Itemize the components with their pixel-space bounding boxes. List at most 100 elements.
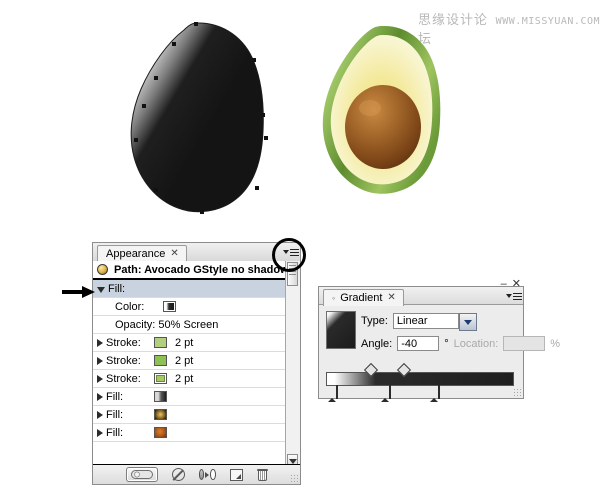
disclosure-triangle-closed-icon[interactable] — [97, 410, 103, 419]
annotation-circle-highlight — [272, 238, 306, 272]
gradient-stop-black[interactable] — [430, 385, 440, 402]
gradient-tabstrip: ◦ Gradient ✕ — [319, 287, 523, 306]
screenshot-canvas: 思缘设计论坛 WWW.MISSYUAN.COM Appearance ✕ Pat… — [0, 0, 600, 500]
chevron-down-icon[interactable] — [458, 313, 477, 331]
gradient-location-label: Location: — [453, 337, 499, 350]
appearance-target-label: Path: Avocado GStyle no shadow — [114, 263, 289, 276]
avocado-silhouette-path — [130, 22, 264, 213]
hamburger-icon — [513, 292, 522, 300]
appearance-row-fill-orange[interactable]: Fill: — [93, 424, 300, 442]
gradient-angle-row: Angle: -40 ° Location: % — [361, 336, 560, 351]
appearance-row-stroke-2[interactable]: Stroke: 2 pt — [93, 352, 300, 370]
anchor-point — [172, 42, 176, 46]
anchor-point — [261, 113, 265, 117]
avocado-half-artwork — [310, 22, 460, 212]
anchor-point — [154, 188, 158, 192]
anchor-point — [252, 58, 256, 62]
tab-appearance[interactable]: Appearance ✕ — [97, 245, 187, 262]
gradient-angle-label: Angle: — [361, 337, 393, 350]
avocado-pit-highlight — [359, 100, 381, 116]
gradient-panel-resize-grip[interactable] — [513, 388, 521, 396]
gradient-angle-input[interactable]: -40 — [397, 336, 440, 351]
gradient-preview-swatch[interactable] — [326, 311, 356, 349]
appearance-row-stroke-3[interactable]: Stroke: 2 pt — [93, 370, 300, 388]
appearance-opacity-label: Opacity: 50% Screen — [115, 318, 219, 331]
watermark-url: WWW.MISSYUAN.COM — [495, 16, 600, 27]
appearance-panel[interactable]: Appearance ✕ Path: Avocado GStyle no sha… — [92, 242, 301, 485]
appearance-row-value: 2 pt — [175, 372, 194, 385]
stroke-swatch-framed[interactable] — [154, 373, 167, 384]
avocado-silhouette-svg — [130, 22, 264, 213]
fill-swatch-gradient-gold[interactable] — [154, 409, 167, 420]
appearance-row-label: Fill: — [108, 282, 126, 295]
appearance-target-row: Path: Avocado GStyle no shadow — [93, 261, 300, 280]
gradient-type-label: Type: — [361, 315, 388, 327]
anchor-point — [194, 22, 198, 26]
appearance-row-label: Fill: — [106, 390, 124, 403]
gradient-type-select[interactable]: Linear — [392, 313, 477, 331]
appearance-row-value: 2 pt — [175, 336, 194, 349]
anchor-point — [200, 210, 204, 214]
stroke-swatch[interactable] — [154, 355, 167, 366]
panel-resize-grip[interactable] — [290, 474, 298, 482]
appearance-vertical-scrollbar[interactable] — [285, 261, 300, 467]
appearance-row-label: Fill: — [106, 408, 124, 421]
new-art-has-basic-appearance-button[interactable] — [125, 467, 158, 482]
anchor-point — [255, 186, 259, 190]
gradient-stop-white[interactable] — [328, 385, 338, 402]
appearance-row-stroke-1[interactable]: Stroke: 2 pt — [93, 334, 300, 352]
chevron-down-icon — [506, 294, 512, 298]
avocado-silhouette-artwork — [112, 18, 292, 218]
appearance-tabstrip: Appearance ✕ — [93, 243, 300, 262]
appearance-row-label: Stroke: — [106, 336, 141, 349]
appearance-row-fill-gray[interactable]: Fill: — [93, 388, 300, 406]
degree-symbol: ° — [444, 337, 449, 350]
appearance-row-label: Stroke: — [106, 354, 141, 367]
anchor-point — [142, 104, 146, 108]
appearance-list: Path: Avocado GStyle no shadow Fill: Col… — [93, 261, 300, 467]
gradient-type-row: Type: Linear — [361, 313, 477, 331]
duplicate-selected-item-button[interactable] — [198, 468, 216, 482]
appearance-row-label: Stroke: — [106, 372, 141, 385]
delete-selected-item-button[interactable] — [256, 468, 268, 481]
tab-appearance-label: Appearance — [106, 248, 166, 260]
appearance-row-fill-selected[interactable]: Fill: — [93, 280, 300, 298]
target-indicator-icon — [97, 264, 108, 275]
disclosure-triangle-closed-icon[interactable] — [97, 392, 103, 401]
stroke-swatch[interactable] — [154, 337, 167, 348]
disclosure-triangle-closed-icon[interactable] — [97, 338, 103, 347]
annotation-arrow — [62, 286, 95, 298]
fill-swatch-gradient-gray[interactable] — [154, 391, 167, 402]
anchor-point — [154, 76, 158, 80]
appearance-row-color[interactable]: Color: — [93, 298, 300, 316]
gradient-location-input[interactable] — [503, 336, 546, 351]
appearance-row-label: Color: — [115, 300, 145, 313]
gradient-panel-menu-button[interactable] — [506, 290, 522, 302]
appearance-row-value: 2 pt — [175, 354, 194, 367]
tab-appearance-close-icon[interactable]: ✕ — [170, 246, 178, 262]
disclosure-triangle-closed-icon[interactable] — [97, 374, 103, 383]
anchor-point — [134, 138, 138, 142]
gradient-stop-dark[interactable] — [381, 385, 391, 402]
disclosure-triangle-closed-icon[interactable] — [97, 428, 103, 437]
gradient-ramp[interactable] — [326, 372, 514, 386]
gradient-panel[interactable]: – ✕ ◦ Gradient ✕ Type: Linear Angle: -40… — [318, 278, 560, 402]
gradient-body: Type: Linear Angle: -40 ° Location: % — [319, 304, 560, 402]
appearance-footer-toolbar — [93, 464, 300, 484]
gradient-angle-value: -40 — [401, 337, 418, 350]
fill-swatch-gradient-orange[interactable] — [154, 427, 167, 438]
appearance-row-opacity[interactable]: Opacity: 50% Screen — [93, 316, 300, 334]
appearance-row-fill-gold[interactable]: Fill: — [93, 406, 300, 424]
appearance-row-label: Fill: — [106, 426, 124, 439]
avocado-half-svg — [322, 25, 441, 194]
anchor-point — [264, 136, 268, 140]
gradient-slider[interactable] — [326, 362, 516, 402]
add-new-effect-button[interactable] — [229, 468, 243, 481]
color-swatch-gradient-bw[interactable] — [163, 301, 176, 312]
gradient-type-value: Linear — [396, 315, 428, 327]
disclosure-triangle-open-icon[interactable] — [97, 286, 105, 293]
avocado-pit — [345, 85, 421, 169]
clear-appearance-button[interactable] — [171, 468, 185, 481]
disclosure-triangle-closed-icon[interactable] — [97, 356, 103, 365]
percent-symbol: % — [550, 337, 561, 350]
